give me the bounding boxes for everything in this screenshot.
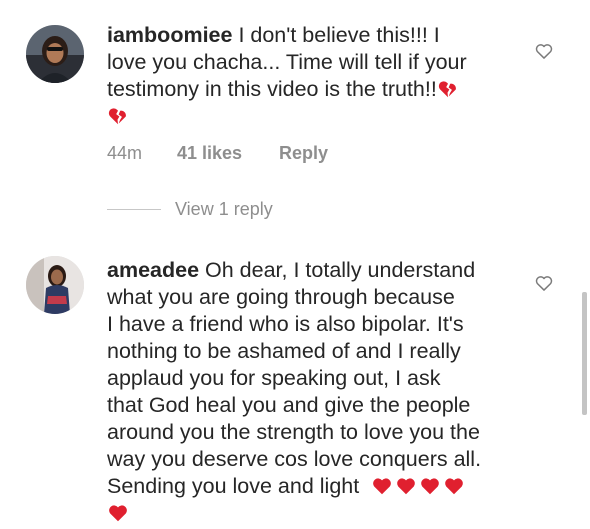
comment-body-line: applaud you for speaking out, I ask [107, 366, 441, 390]
avatar[interactable] [26, 25, 84, 83]
comment-username[interactable]: iamboomiee [107, 23, 232, 47]
view-replies-label[interactable]: View 1 reply [175, 199, 273, 220]
comment-body-line: I don't believe this!!! I [238, 23, 440, 47]
avatar-image [26, 256, 84, 314]
comment-body-line: Sending you love and light [107, 474, 360, 498]
scrollbar[interactable] [582, 292, 587, 415]
comment-body-line: nothing to be ashamed of and I really [107, 339, 461, 363]
comment-body-line: testimony in this video is the truth!! [107, 77, 437, 101]
red-heart-icon [421, 478, 440, 495]
avatar-image [26, 25, 84, 83]
comment-body-line: I have a friend who is also bipolar. It'… [107, 312, 464, 336]
avatar[interactable] [26, 256, 84, 314]
comment-item: ameadee Oh dear, I totally understand wh… [0, 240, 590, 529]
red-heart-icon [445, 478, 464, 495]
comment-text: iamboomiee I don't believe this!!! I lov… [107, 22, 467, 130]
comment-body-line: around you the strength to love you the [107, 420, 480, 444]
broken-heart-icon [108, 108, 126, 125]
view-replies-link[interactable]: View 1 reply [107, 199, 273, 220]
red-heart-icon [109, 505, 127, 522]
comment-meta: 44m 41 likes Reply [107, 143, 407, 165]
comment-body-line: love you chacha... Time will tell if you… [107, 50, 467, 74]
broken-heart-icon [438, 81, 456, 98]
comment-item: iamboomiee I don't believe this!!! I lov… [0, 0, 590, 230]
red-heart-icon [373, 478, 392, 495]
like-heart-icon[interactable] [534, 273, 554, 293]
comment-body-line: what you are going through because [107, 285, 455, 309]
like-heart-icon[interactable] [534, 41, 554, 61]
red-heart-icon [397, 478, 416, 495]
comment-text: ameadee Oh dear, I totally understand wh… [107, 257, 481, 527]
comment-username[interactable]: ameadee [107, 258, 199, 282]
comment-time: 44m [107, 143, 143, 163]
divider [107, 209, 161, 210]
reply-button[interactable]: Reply [279, 143, 328, 164]
comment-body-line: way you deserve cos love conquers all. [107, 447, 482, 471]
comment-body-line: that God heal you and give the people [107, 393, 471, 417]
comment-body-line: Oh dear, I totally understand [205, 258, 476, 282]
likes-count[interactable]: 41 likes [177, 143, 242, 164]
